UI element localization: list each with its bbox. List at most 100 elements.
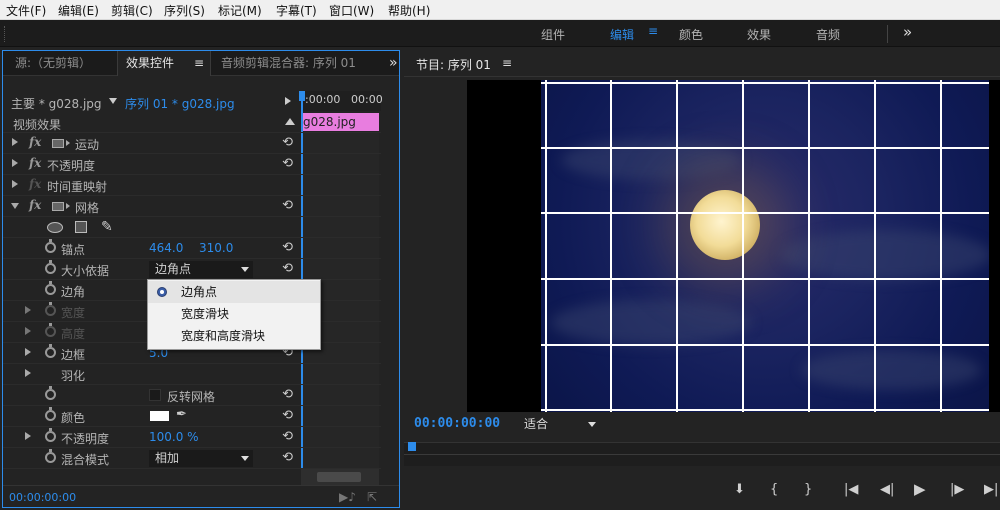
more-tabs-icon[interactable]: » [381, 51, 406, 76]
expand-arrow-icon[interactable] [25, 369, 31, 377]
anchor-y-value[interactable]: 310.0 [199, 241, 233, 255]
go-to-out-icon[interactable]: ▶| [984, 482, 998, 497]
left-footer-timecode[interactable]: 00:00:00:00 [9, 491, 76, 504]
workspace-assembly[interactable]: 组件 [541, 26, 565, 43]
reset-icon[interactable]: ⟲ [282, 408, 293, 423]
expand-arrow-icon[interactable] [25, 327, 31, 335]
tab-effect-controls[interactable]: 效果控件 ≡ [117, 51, 211, 76]
reset-icon[interactable]: ⟲ [282, 156, 293, 171]
expand-arrow-icon[interactable] [25, 432, 31, 440]
reset-icon[interactable]: ⟲ [282, 450, 293, 465]
program-title[interactable]: 节目: 序列 01 [416, 56, 491, 73]
expand-arrow-icon[interactable] [12, 180, 18, 188]
play-audio-icon[interactable]: ▶♪ [339, 490, 356, 504]
workspace-editing[interactable]: 编辑 [610, 26, 634, 43]
anchor-x-value[interactable]: 464.0 [149, 241, 183, 255]
menu-window[interactable]: 窗口(W) [329, 2, 374, 19]
size-from-dropdown[interactable]: 边角点 [149, 261, 253, 278]
opacity2-label: 不透明度 [61, 432, 110, 446]
tab-source[interactable]: 源:（无剪辑） [7, 51, 99, 76]
master-clip-label[interactable]: 主要 * g028.jpg [11, 95, 102, 112]
time-remap-label: 时间重映射 [47, 180, 108, 194]
popup-option-width-height-slider[interactable]: 宽度和高度滑块 [148, 325, 320, 347]
effect-row-motion[interactable]: fx 运动 ⟲ [3, 133, 381, 154]
menu-help[interactable]: 帮助(H) [388, 2, 430, 19]
ellipse-mask-icon[interactable] [47, 222, 63, 233]
stopwatch-icon[interactable] [45, 239, 56, 253]
mark-in-icon[interactable]: { [770, 482, 778, 497]
stopwatch-icon[interactable] [45, 281, 56, 295]
popup-option-width-slider[interactable]: 宽度滑块 [148, 303, 320, 325]
go-to-in-icon[interactable]: |◀ [844, 482, 858, 497]
program-menu-icon[interactable]: ≡ [502, 56, 512, 70]
invert-grid-checkbox[interactable] [149, 389, 161, 401]
menu-marker[interactable]: 标记(M) [218, 2, 262, 19]
collapse-icon[interactable] [285, 118, 295, 125]
grid-handle-icon[interactable] [52, 202, 64, 211]
reset-icon[interactable]: ⟲ [282, 135, 293, 150]
collapse-arrow-icon[interactable] [11, 203, 19, 209]
reset-icon[interactable]: ⟲ [282, 261, 293, 276]
chevron-down-icon[interactable] [109, 98, 117, 104]
pen-mask-icon[interactable]: ✎ [101, 219, 113, 235]
effect-row-opacity[interactable]: fx 不透明度 ⟲ [3, 154, 381, 175]
horizontal-scrollbar[interactable] [301, 469, 379, 485]
expand-arrow-icon[interactable] [12, 159, 18, 167]
playhead-handle[interactable] [299, 91, 305, 101]
program-timecode[interactable]: 00:00:00:00 [414, 416, 500, 431]
tab-menu-icon[interactable]: ≡ [194, 51, 204, 75]
scrollbar-thumb[interactable] [317, 472, 361, 482]
reset-icon[interactable]: ⟲ [282, 429, 293, 444]
eyedropper-icon[interactable]: ✒ [176, 407, 187, 422]
fx-icon[interactable]: fx [29, 198, 41, 212]
stopwatch-icon[interactable] [45, 386, 56, 400]
rectangle-mask-icon[interactable] [75, 221, 87, 233]
effect-row-grid[interactable]: fx 网格 ⟲ [3, 196, 381, 217]
fit-dropdown[interactable]: 适合 [518, 416, 600, 433]
color-swatch[interactable] [150, 411, 169, 421]
blend-mode-dropdown[interactable]: 相加 [149, 450, 253, 467]
border-label: 边框 [61, 348, 86, 362]
menu-file[interactable]: 文件(F) [6, 2, 46, 19]
menu-sequence[interactable]: 序列(S) [164, 2, 205, 19]
tab-audio-clip-mixer[interactable]: 音频剪辑混合器: 序列 01 [213, 51, 364, 76]
play-icon[interactable] [285, 97, 291, 105]
stopwatch-icon[interactable] [45, 260, 56, 274]
opacity2-value[interactable]: 100.0 % [149, 430, 199, 444]
stopwatch-icon[interactable] [45, 428, 56, 442]
menu-edit[interactable]: 编辑(E) [58, 2, 99, 19]
effect-row-time-remap[interactable]: fx 时间重映射 [3, 175, 381, 196]
expand-arrow-icon[interactable] [25, 348, 31, 356]
play-button-icon[interactable]: ▶ [914, 480, 926, 498]
workspace-menu-icon[interactable]: ≡ [648, 24, 658, 38]
motion-handle-icon[interactable] [52, 139, 64, 148]
workspace-color[interactable]: 颜色 [679, 26, 703, 43]
menu-title[interactable]: 字幕(T) [276, 2, 317, 19]
reset-icon[interactable]: ⟲ [282, 198, 293, 213]
step-forward-icon[interactable]: |▶ [950, 482, 964, 497]
divider [3, 485, 399, 486]
workspace-audio[interactable]: 音频 [816, 26, 840, 43]
mini-timeline-ruler[interactable]: :00:00 00:00 [301, 91, 383, 111]
sequence-clip-label[interactable]: 序列 01 * g028.jpg [125, 95, 235, 112]
stopwatch-icon[interactable] [45, 407, 56, 421]
popup-option-corner-points[interactable]: 边角点 [148, 281, 320, 303]
menu-clip[interactable]: 剪辑(C) [111, 2, 153, 19]
add-marker-icon[interactable]: ⬇ [734, 482, 745, 497]
expand-arrow-icon[interactable] [12, 138, 18, 146]
reset-icon[interactable]: ⟲ [282, 240, 293, 255]
program-viewer[interactable] [467, 80, 1000, 412]
mark-out-icon[interactable]: } [804, 482, 812, 497]
step-back-icon[interactable]: ◀| [880, 482, 894, 497]
export-icon[interactable]: ⇱ [367, 490, 377, 504]
stopwatch-icon[interactable] [45, 344, 56, 358]
program-playhead[interactable] [408, 442, 416, 451]
fx-icon[interactable]: fx [29, 156, 41, 170]
expand-arrow-icon[interactable] [25, 306, 31, 314]
stopwatch-icon[interactable] [45, 449, 56, 463]
reset-icon[interactable]: ⟲ [282, 387, 293, 402]
fx-icon[interactable]: fx [29, 135, 41, 149]
more-workspaces-icon[interactable]: » [903, 23, 912, 41]
workspace-effects[interactable]: 效果 [747, 26, 771, 43]
stopwatch-icon [45, 302, 56, 316]
